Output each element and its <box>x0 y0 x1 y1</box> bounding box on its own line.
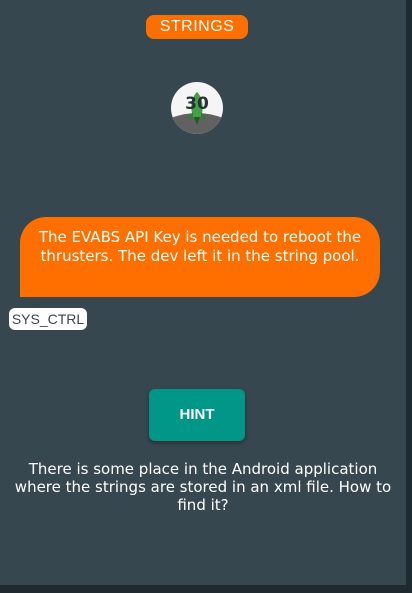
app-screen: STRINGS 30 The EVABS API Key is needed t… <box>0 0 406 585</box>
speaker-label: SYS_CTRL <box>9 308 87 330</box>
level-number: 30 <box>185 94 209 114</box>
screen-edge-bottom <box>0 585 412 593</box>
level-badge: 30 <box>171 82 223 134</box>
dialog-bubble: The EVABS API Key is needed to reboot th… <box>20 217 380 297</box>
hint-text: There is some place in the Android appli… <box>14 460 392 514</box>
hint-button[interactable]: HINT <box>149 389 245 441</box>
screen-edge-right <box>406 0 412 593</box>
dialog-message: The EVABS API Key is needed to reboot th… <box>38 228 362 265</box>
page-title: STRINGS <box>146 15 248 39</box>
